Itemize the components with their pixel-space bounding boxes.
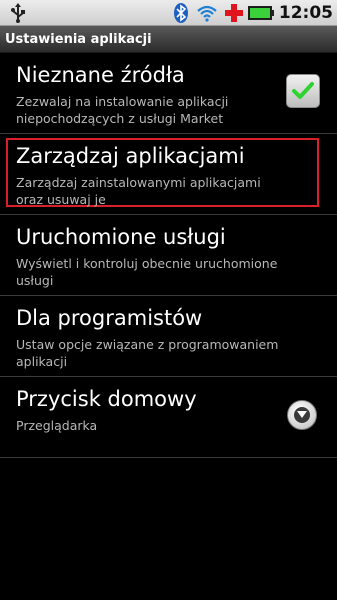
battery-icon [247,6,274,20]
setting-development[interactable]: Dla programistów Ustaw opcje związane z … [0,296,337,377]
status-bar: 12:05 [0,0,337,26]
checkmark-icon [292,82,314,99]
title-bar: Ustawienia aplikacji [0,26,337,53]
settings-list: Nieznane źródła Zezwalaj na instalowanie… [0,53,337,458]
setting-summary: Wyświetl i kontroluj obecnie uruchomione… [16,256,278,288]
setting-title: Zarządzaj aplikacjami [16,144,245,168]
red-cross-icon [224,4,243,22]
clock: 12:05 [278,3,333,23]
setting-summary: Przeglądarka [16,418,98,433]
unknown-sources-checkbox[interactable] [286,74,320,108]
usb-icon [11,3,25,23]
setting-summary: Ustaw opcje związane z programowaniem ap… [16,337,279,369]
setting-title: Przycisk domowy [16,387,197,411]
setting-running-services[interactable]: Uruchomione usługi Wyświetl i kontroluj … [0,215,337,296]
setting-manage-applications[interactable]: Zarządzaj aplikacjami Zarządzaj zainstal… [0,134,337,215]
setting-title: Nieznane źródła [16,63,185,87]
setting-summary: Zezwalaj na instalowanie aplikacji niepo… [16,94,229,126]
status-icons: 12:05 [173,0,333,26]
page-title: Ustawienia aplikacji [5,32,152,47]
setting-summary: Zarządzaj zainstalowanymi aplikacjami or… [16,175,261,207]
wifi-icon [197,5,217,22]
setting-home-button[interactable]: Przycisk domowy Przeglądarka [0,377,337,458]
setting-unknown-sources[interactable]: Nieznane źródła Zezwalaj na instalowanie… [0,53,337,134]
setting-title: Dla programistów [16,306,203,330]
bluetooth-icon [173,3,188,23]
setting-title: Uruchomione usługi [16,225,226,249]
chevron-down-icon [294,407,310,423]
home-button-dropdown[interactable] [287,400,317,430]
